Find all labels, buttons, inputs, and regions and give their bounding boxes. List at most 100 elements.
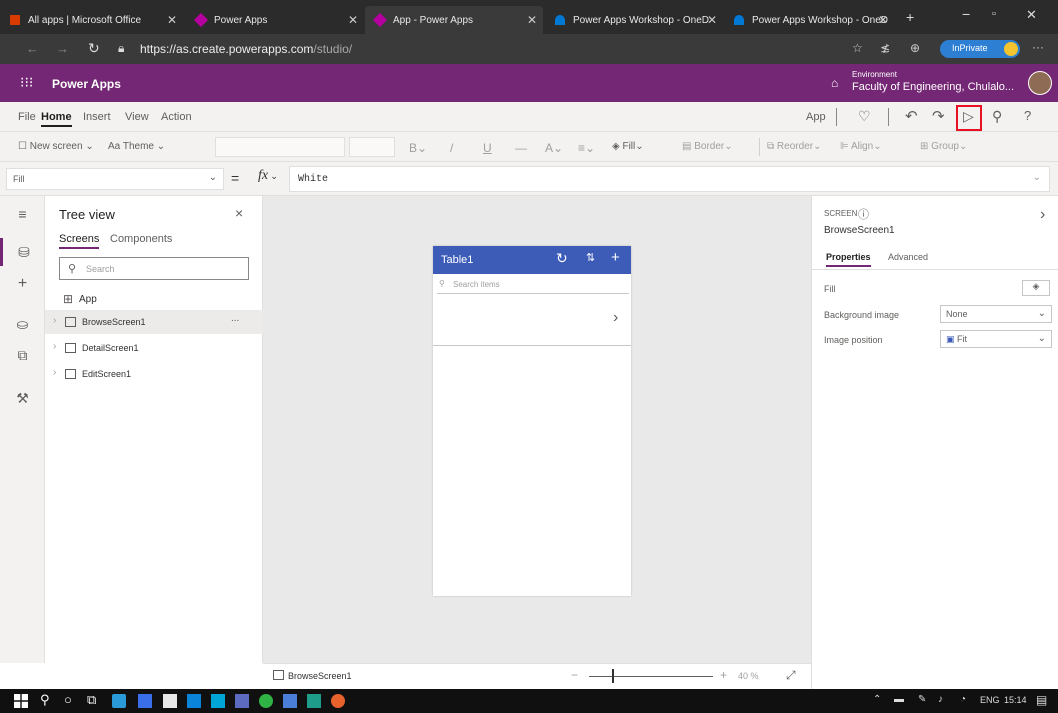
text-align-icon[interactable]: ≡⌄	[578, 141, 595, 155]
pen-icon[interactable]: ✎	[918, 694, 926, 705]
tree-search-input[interactable]: ⚲ Search	[59, 257, 249, 280]
font-select[interactable]	[215, 137, 345, 157]
teams-icon[interactable]	[235, 694, 249, 708]
tree-item-detailscreen1[interactable]: › DetailScreen1	[45, 336, 263, 360]
notification-icon[interactable]: ▤	[1036, 693, 1047, 707]
border-button[interactable]: ▤ Border⌄	[682, 141, 733, 152]
menu-insert[interactable]: Insert	[83, 111, 111, 123]
tab-advanced[interactable]: Advanced	[888, 252, 928, 262]
fx-button[interactable]: fx ⌄	[258, 168, 278, 184]
app-icon[interactable]	[307, 694, 321, 708]
fill-button[interactable]: ◈ Fill⌄	[612, 141, 644, 152]
network-icon[interactable]: ▬	[894, 694, 904, 705]
fit-to-window-icon[interactable]: ⤢	[786, 668, 796, 683]
bg-image-dropdown[interactable]: None ⌄	[940, 305, 1052, 323]
media-icon[interactable]: ⧉	[0, 341, 45, 369]
close-icon[interactable]: ✕	[527, 13, 537, 27]
waffle-icon[interactable]: ⁝⁝⁝	[20, 74, 33, 91]
chevron-right-icon[interactable]: ›	[53, 341, 56, 352]
menu-action[interactable]: Action	[161, 111, 192, 123]
chevron-down-icon[interactable]: ⌄	[1033, 172, 1041, 183]
bold-icon[interactable]: B⌄	[409, 141, 427, 155]
align-button[interactable]: ⊫ Align⌄	[840, 141, 882, 152]
zoom-slider-thumb[interactable]	[612, 669, 614, 683]
chevron-right-icon[interactable]: ›	[1040, 206, 1045, 224]
wifi-icon[interactable]: ◔	[960, 694, 966, 705]
search-icon[interactable]: ⚲	[40, 692, 50, 708]
start-icon[interactable]	[14, 694, 28, 708]
app-icon[interactable]	[283, 694, 297, 708]
close-icon[interactable]: ✕	[167, 13, 177, 27]
tree-item-app[interactable]: App	[79, 294, 97, 305]
close-icon[interactable]: ✕	[348, 13, 358, 27]
image-position-dropdown[interactable]: ▣ Fit ⌄	[940, 330, 1052, 348]
new-tab-icon[interactable]: +	[906, 9, 914, 25]
browser-tab[interactable]: Power Apps Workshop - OneD ✕	[724, 6, 894, 34]
insert-icon[interactable]: +	[0, 270, 45, 298]
formula-input[interactable]: White ⌄	[289, 166, 1050, 192]
theme-button[interactable]: Aa Theme ⌄	[108, 141, 165, 152]
group-button[interactable]: ⊞ Group⌄	[920, 141, 967, 152]
clock[interactable]: 15:14	[1004, 695, 1027, 705]
control-name[interactable]: BrowseScreen1	[824, 225, 895, 236]
strikethrough-icon[interactable]: —	[515, 141, 527, 155]
minimize-icon[interactable]: −	[962, 6, 970, 22]
sort-icon[interactable]: ⇅	[586, 251, 595, 264]
italic-icon[interactable]: /	[450, 141, 453, 155]
chevron-right-icon[interactable]: ›	[613, 309, 618, 327]
font-color-icon[interactable]: A⌄	[545, 141, 563, 155]
menu-home[interactable]: Home	[41, 111, 72, 127]
browser-tab-active[interactable]: App - Power Apps ✕	[365, 6, 543, 34]
avatar[interactable]	[1004, 42, 1018, 56]
browser-tab[interactable]: All apps | Microsoft Office ✕	[0, 6, 183, 34]
maximize-icon[interactable]: ▫	[992, 8, 996, 20]
cortana-icon[interactable]: ○	[64, 692, 72, 707]
task-view-icon[interactable]: ⧉	[87, 692, 96, 708]
reorder-button[interactable]: ⧉ Reorder⌄	[767, 141, 821, 152]
mail-icon[interactable]	[138, 694, 152, 708]
fill-color-picker[interactable]: ◈	[1022, 280, 1050, 296]
font-size-select[interactable]	[349, 137, 395, 157]
app-checker-icon[interactable]: ♡	[858, 108, 871, 125]
zoom-in-button[interactable]: +	[720, 668, 727, 682]
url-field[interactable]: https://as.create.powerapps.com/studio/	[140, 42, 352, 56]
menu-file[interactable]: File	[18, 111, 36, 123]
outlook-icon[interactable]	[211, 694, 225, 708]
search-items-input[interactable]: ⚲ Search items	[437, 276, 629, 294]
gallery-item[interactable]: ›	[433, 296, 631, 346]
tree-item-editscreen1[interactable]: › EditScreen1	[45, 362, 263, 386]
edge-icon[interactable]	[112, 694, 126, 708]
volume-icon[interactable]: ♪	[938, 694, 943, 705]
app-icon[interactable]	[331, 694, 345, 708]
collections-icon[interactable]: ⊕	[910, 41, 920, 55]
underline-icon[interactable]: U	[483, 141, 492, 155]
tree-item-browsescreen1[interactable]: › BrowseScreen1 ...	[45, 310, 263, 334]
data-icon[interactable]: ⛀	[0, 310, 45, 338]
undo-icon[interactable]: ↶	[905, 107, 918, 125]
tray-chevron-icon[interactable]: ⌃	[873, 694, 881, 705]
share-icon[interactable]: ⚲	[992, 108, 1002, 125]
back-icon[interactable]: ←	[26, 41, 39, 56]
refresh-icon[interactable]: ↻	[556, 250, 568, 267]
window-close-icon[interactable]: ✕	[1026, 7, 1037, 23]
play-icon[interactable]: ▷	[963, 108, 974, 125]
menu-view[interactable]: View	[125, 111, 149, 123]
chat-icon[interactable]	[259, 694, 273, 708]
user-avatar[interactable]	[1028, 71, 1052, 95]
chevron-right-icon[interactable]: ›	[53, 367, 56, 378]
zoom-slider[interactable]	[589, 676, 713, 677]
zoom-out-button[interactable]: −	[571, 668, 578, 682]
close-icon[interactable]: ✕	[878, 13, 888, 27]
close-icon[interactable]: ✕	[707, 13, 717, 27]
tab-screens[interactable]: Screens	[59, 233, 100, 249]
tab-components[interactable]: Components	[110, 233, 172, 245]
tab-properties[interactable]: Properties	[826, 252, 871, 267]
favorites-bar-icon[interactable]: ≴	[880, 41, 890, 55]
onedrive-icon[interactable]	[187, 694, 201, 708]
more-options-icon[interactable]: ...	[231, 313, 239, 324]
environment-name[interactable]: Faculty of Engineering, Chulalo...	[852, 81, 1014, 93]
browser-tab[interactable]: Power Apps ✕	[186, 6, 364, 34]
close-icon[interactable]: ×	[235, 205, 243, 221]
new-screen-button[interactable]: ☐ New screen ⌄	[18, 141, 94, 152]
redo-icon[interactable]: ↷	[932, 107, 945, 125]
